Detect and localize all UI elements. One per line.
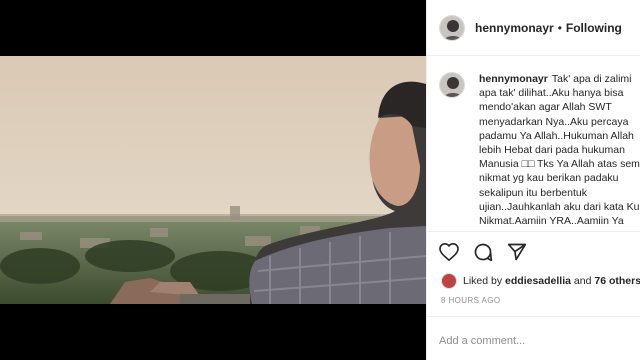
caption-line: padamu Ya Allah..Hukuman Allah: [479, 129, 634, 142]
author-username[interactable]: hennymonayr: [475, 21, 554, 35]
author-avatar[interactable]: [439, 14, 465, 41]
likes-conjunction: and: [573, 275, 592, 287]
caption-line: menyadarkan Nya..Aku percaya: [479, 115, 629, 128]
caption-line: mendo'akan agar Allah SWT: [479, 101, 612, 114]
share-icon[interactable]: [507, 242, 527, 262]
caption-username[interactable]: hennymonayr: [479, 73, 548, 85]
post-timestamp[interactable]: 8 HOURS AGO: [441, 296, 501, 305]
likes-summary: Liked by eddiesadellia and 76 others: [441, 273, 640, 289]
comment-box: [427, 316, 640, 360]
caption-row: hennymonayr Tak' apa di zalimi apa tak' d…: [427, 56, 640, 228]
caption-line: sekalipun itu berbentuk: [479, 186, 587, 199]
caption-line: Manusia □□ Tks Ya Allah atas sem: [479, 158, 640, 171]
liker-username[interactable]: eddiesadellia: [505, 275, 571, 287]
caption-line: apa tak' dilihat..Aku hanya bisa: [479, 87, 624, 100]
caption-line: ujian..Jauhkanlah aku dari kata Ku: [479, 200, 640, 213]
comment-input[interactable]: [439, 335, 629, 347]
likes-others-link[interactable]: 76 others: [594, 275, 640, 287]
post-photo[interactable]: [0, 56, 426, 304]
caption-line-text: Tak' apa di zalimi: [551, 73, 632, 85]
avatar-image: [440, 15, 464, 40]
liker-avatar[interactable]: [441, 273, 457, 289]
following-button[interactable]: Following: [566, 21, 622, 35]
post-side-panel: hennymonayr • Following hennymonayr Tak' …: [426, 0, 640, 360]
caption-line: hennymonayr Tak' apa di zalimi: [479, 72, 640, 86]
comment-icon[interactable]: [473, 242, 493, 262]
post-media[interactable]: [0, 0, 426, 360]
caption-text: hennymonayr Tak' apa di zalimi apa tak' d…: [479, 72, 640, 228]
post-header: hennymonayr • Following: [427, 0, 640, 56]
avatar-image: [440, 73, 464, 97]
caption-area: hennymonayr Tak' apa di zalimi apa tak' d…: [427, 56, 640, 232]
photo-illustration: [0, 56, 426, 304]
heart-icon[interactable]: [439, 243, 459, 261]
caption-line: lebih Hebat dari pada hukuman: [479, 144, 625, 157]
caption-line: Nikmat.Aamiin YRA..Aamiin Ya: [479, 215, 624, 228]
caption-author-avatar[interactable]: [439, 72, 465, 98]
action-bar: [439, 242, 527, 262]
likes-prefix: Liked by: [463, 275, 503, 287]
header-separator: •: [557, 20, 562, 35]
caption-line: nikmat yg kau berikan padaku: [479, 172, 619, 185]
